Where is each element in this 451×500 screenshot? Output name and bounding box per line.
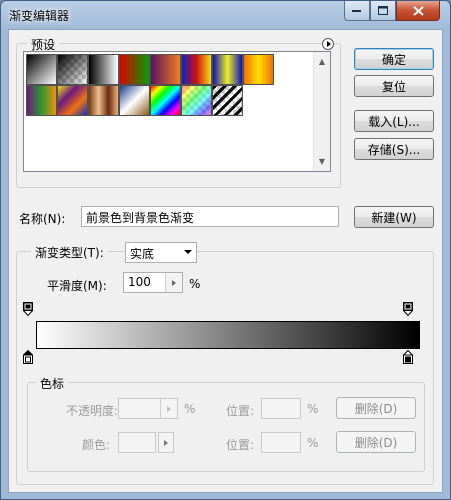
menu-arrow-icon	[327, 41, 331, 47]
color-stop-right[interactable]	[403, 350, 413, 364]
swatch-fill	[151, 86, 180, 115]
gradient-type-value: 实底	[130, 247, 155, 261]
preset-swatch-blue-yellow-blue[interactable]	[212, 54, 243, 85]
stops-label: 色标	[36, 375, 69, 392]
new-button[interactable]: 新建(W)	[354, 206, 434, 228]
preset-swatch-transparent-rainbow[interactable]	[181, 85, 212, 116]
presets-group: 预设 ▲ ▼	[16, 36, 341, 188]
scroll-up-arrow[interactable]: ▲	[314, 53, 330, 69]
preset-swatch-orange-yellow-orange[interactable]	[243, 54, 274, 85]
swatch-fill	[120, 86, 149, 115]
preset-swatches: ▲ ▼	[23, 51, 331, 172]
maximize-button[interactable]	[370, 1, 396, 21]
opacity-unit: %	[184, 402, 196, 416]
reset-button[interactable]: 复位	[354, 75, 434, 97]
preset-swatch-foreground-to-background[interactable]	[26, 54, 57, 85]
opacity-stop-right[interactable]	[403, 302, 413, 316]
swatch-fill	[120, 55, 149, 84]
delete-opacity-stop-button: 删除(D)	[336, 397, 416, 419]
smoothness-value: 100	[128, 275, 151, 289]
opacity-location-label: 位置:	[226, 404, 255, 418]
swatch-fill	[27, 86, 56, 115]
swatch-fill	[244, 55, 273, 84]
gradient-type-label: 渐变类型(T):	[31, 244, 108, 261]
swatch-fill	[151, 55, 180, 84]
swatch-fill	[58, 55, 87, 84]
name-input[interactable]: 前景色到背景色渐变	[81, 206, 339, 227]
swatch-fill	[182, 86, 211, 115]
color-location-input	[261, 432, 301, 453]
preset-swatch-yellow-violet-orange-blue[interactable]	[57, 85, 88, 116]
smoothness-unit: %	[189, 277, 201, 291]
preset-swatch-copper[interactable]	[88, 85, 119, 116]
swatch-fill	[213, 86, 242, 115]
color-stop-left[interactable]	[23, 350, 33, 364]
arrow-right-icon	[164, 439, 168, 446]
preset-swatch-violet-green-orange[interactable]	[26, 85, 57, 116]
arrow-right-icon	[167, 405, 171, 412]
presets-scrollbar[interactable]: ▲ ▼	[313, 52, 330, 171]
preset-swatch-transparent-stripes[interactable]	[212, 85, 243, 116]
preset-swatch-blue-red-yellow[interactable]	[181, 54, 212, 85]
dialog-client-area: 预设 ▲ ▼ 确定 复位 载入(L)... 存储(S)... 名称(N): 前景…	[8, 29, 443, 493]
opacity-input	[118, 398, 178, 419]
gradient-preview-bar[interactable]	[36, 321, 420, 349]
color-swatch	[118, 432, 156, 453]
smoothness-slider-button[interactable]	[165, 273, 182, 292]
opacity-slider-button	[160, 399, 177, 418]
scroll-down-arrow[interactable]: ▼	[314, 153, 330, 169]
swatch-fill	[213, 55, 242, 84]
color-location-unit: %	[307, 436, 319, 450]
presets-menu-button[interactable]	[322, 38, 334, 50]
color-menu-button	[158, 432, 174, 453]
preset-swatch-foreground-to-transparent[interactable]	[57, 54, 88, 85]
arrow-right-icon	[172, 279, 176, 286]
stops-group: 色标 不透明度: % 位置: % 删除(D) 颜色: 位置: % 删除(D)	[27, 375, 425, 472]
swatch-fill	[27, 55, 56, 84]
window-title: 渐变编辑器	[9, 9, 70, 23]
ok-button[interactable]: 确定	[354, 48, 434, 70]
chevron-down-icon	[184, 250, 192, 254]
smoothness-input[interactable]: 100	[123, 272, 183, 293]
delete-color-stop-button: 删除(D)	[336, 431, 416, 453]
preset-swatch-black-white[interactable]	[88, 54, 119, 85]
opacity-location-input	[261, 398, 301, 419]
opacity-stop-left[interactable]	[23, 302, 33, 316]
preset-swatch-chrome[interactable]	[119, 85, 150, 116]
color-label: 颜色:	[82, 438, 111, 452]
minimize-button[interactable]	[344, 1, 370, 21]
maximize-icon	[378, 6, 388, 15]
swatch-fill	[182, 55, 211, 84]
smoothness-label: 平滑度(M):	[47, 279, 107, 293]
preset-swatch-spectrum[interactable]	[150, 85, 181, 116]
gradient-editor-window: 渐变编辑器 预设 ▲ ▼ 确定 复位 载入(L)... 存储(S)... 名称(…	[0, 0, 451, 500]
save-button[interactable]: 存储(S)...	[354, 138, 434, 160]
title-bar[interactable]: 渐变编辑器	[1, 1, 450, 29]
color-location-label: 位置:	[226, 438, 255, 452]
name-label: 名称(N):	[19, 212, 66, 226]
gradient-type-group: 渐变类型(T): 实底 平滑度(M): 100 % 色标 不透明度: % 位置:…	[16, 242, 434, 485]
swatch-fill	[89, 55, 118, 84]
preset-swatch-red-green[interactable]	[119, 54, 150, 85]
opacity-location-unit: %	[307, 402, 319, 416]
close-button[interactable]	[396, 1, 440, 21]
swatch-fill	[58, 86, 87, 115]
load-button[interactable]: 载入(L)...	[354, 110, 434, 132]
opacity-label: 不透明度:	[66, 404, 119, 418]
swatch-fill	[89, 86, 118, 115]
close-icon	[412, 5, 424, 16]
minimize-icon	[352, 9, 361, 12]
gradient-type-select[interactable]: 实底	[125, 242, 197, 263]
preset-swatch-violet-orange[interactable]	[150, 54, 181, 85]
